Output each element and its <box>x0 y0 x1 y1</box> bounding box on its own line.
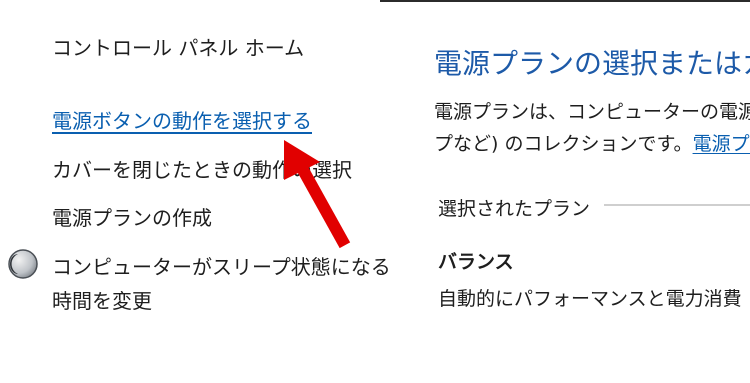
sleep-link-line2: 時間を変更 <box>52 289 152 313</box>
description-line1: 電源プランは、コンピューターの電源 <box>434 101 750 123</box>
selected-plan-section-label: 選択されたプラン <box>438 198 591 220</box>
red-arrow-annotation <box>284 140 351 249</box>
section-divider <box>604 204 750 206</box>
page-description: 電源プランは、コンピューターの電源 プなど) のコレクションです。電源プラ <box>434 96 750 160</box>
power-plan-info-link[interactable]: 電源プラ <box>693 133 750 155</box>
plan-name-balanced[interactable]: バランス <box>438 247 514 274</box>
change-sleep-time-link[interactable]: コンピューターがスリープ状態になる 時間を変更 <box>52 250 391 318</box>
create-power-plan-link[interactable]: 電源プランの作成 <box>52 202 212 231</box>
main-content: 電源プランの選択またはカ 電源プランは、コンピューターの電源 プなど) のコレク… <box>380 0 750 383</box>
control-panel-home-link[interactable]: コントロール パネル ホーム <box>52 32 304 61</box>
description-line2: プなど) のコレクションです。電源プラ <box>434 128 750 160</box>
moon-icon <box>8 249 38 279</box>
description-line2-text: プなど) のコレクションです。 <box>434 133 693 155</box>
plan-description: 自動的にパフォーマンスと電力消費 <box>438 288 742 310</box>
page-title: 電源プランの選択またはカ <box>434 47 750 80</box>
